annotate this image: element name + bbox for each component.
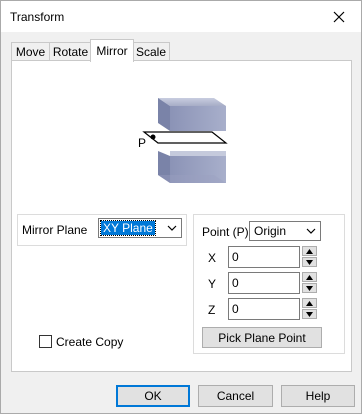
cancel-label: Cancel [216, 389, 255, 403]
y-decrement-button[interactable] [302, 283, 317, 293]
close-button[interactable] [317, 1, 361, 32]
tab-scale[interactable]: Scale [132, 42, 170, 61]
ok-label: OK [144, 389, 162, 403]
transform-dialog: Transform Move Rotate Mirror Scale P Mir… [0, 0, 362, 414]
arrow-down-icon [306, 285, 313, 291]
x-field[interactable]: 0 [228, 246, 300, 268]
arrow-up-icon [306, 248, 313, 254]
pick-plane-point-button[interactable]: Pick Plane Point [202, 327, 322, 348]
chevron-down-icon [167, 225, 177, 231]
title-bar: Transform [1, 1, 361, 32]
mirror-plane-shape [142, 131, 228, 144]
arrow-up-icon [306, 274, 313, 280]
create-copy-checkbox[interactable] [39, 335, 52, 348]
tab-rotate-label: Rotate [52, 45, 89, 59]
close-icon [333, 11, 345, 22]
ok-button[interactable]: OK [116, 385, 190, 407]
y-value: 0 [232, 276, 239, 290]
tab-move[interactable]: Move [11, 42, 50, 61]
arrow-down-icon [306, 311, 313, 317]
point-value: Origin [254, 224, 287, 238]
point-label: Point (P) [202, 225, 249, 239]
tab-scale-label: Scale [135, 45, 167, 59]
z-label: Z [208, 303, 216, 317]
create-copy-label[interactable]: Create Copy [56, 335, 123, 349]
help-label: Help [305, 389, 331, 403]
lower-block-top [170, 151, 226, 156]
mirror-plane-select[interactable]: XY Plane [98, 218, 182, 238]
tab-mirror-label: Mirror [96, 44, 128, 58]
chevron-down-icon [306, 228, 316, 234]
point-p-label: P [138, 136, 147, 150]
tab-move-label: Move [15, 45, 46, 59]
z-decrement-button[interactable] [302, 309, 317, 319]
z-increment-button[interactable] [302, 298, 317, 308]
help-button[interactable]: Help [281, 385, 355, 407]
window-title: Transform [10, 10, 65, 24]
x-label: X [208, 251, 217, 265]
y-increment-button[interactable] [302, 272, 317, 282]
x-value: 0 [232, 250, 239, 264]
tab-mirror[interactable]: Mirror [90, 39, 134, 62]
pick-plane-point-label: Pick Plane Point [218, 330, 306, 345]
mirror-plane-label: Mirror Plane [22, 223, 88, 237]
point-p-marker [150, 134, 156, 140]
point-select[interactable]: Origin [249, 221, 321, 241]
y-label: Y [208, 277, 217, 291]
tab-rotate[interactable]: Rotate [49, 42, 92, 61]
x-decrement-button[interactable] [302, 257, 317, 267]
mirror-plane-value: XY Plane [100, 220, 156, 236]
upper-block-side [170, 106, 226, 131]
y-field[interactable]: 0 [228, 272, 300, 294]
arrow-up-icon [306, 300, 313, 306]
z-field[interactable]: 0 [228, 298, 300, 320]
z-value: 0 [232, 302, 239, 316]
arrow-down-icon [306, 259, 313, 265]
cancel-button[interactable]: Cancel [198, 385, 273, 407]
mirror-tab-panel: P Mirror Plane XY Plane Point (P) Origin… [11, 60, 352, 372]
point-group: Point (P) Origin X 0 Y 0 Z 0 Pick Plane … [193, 214, 345, 354]
x-increment-button[interactable] [302, 246, 317, 256]
mirror-plane-group: Mirror Plane XY Plane [17, 214, 187, 246]
